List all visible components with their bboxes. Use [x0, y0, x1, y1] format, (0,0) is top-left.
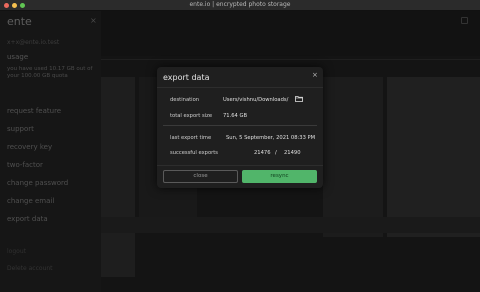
sidebar-item-recovery-key[interactable]: recovery key	[7, 143, 68, 161]
usage-text: you have used 10.17 GB out of your 100.0…	[7, 66, 93, 79]
sidebar-item-request-feature[interactable]: request feature	[7, 107, 68, 125]
section-divider	[163, 125, 317, 126]
sidebar-item-support[interactable]: support	[7, 125, 68, 143]
dialog-header-divider	[157, 87, 323, 88]
sidebar-item-delete-account[interactable]: Delete account	[7, 265, 53, 272]
destination-label: destination	[170, 97, 200, 103]
upload-icon[interactable]	[461, 17, 468, 24]
sidebar-item-change-password[interactable]: change password	[7, 179, 68, 197]
window-titlebar: ente.io | encrypted photo storage	[0, 0, 480, 11]
brand-logo: ente	[7, 15, 32, 28]
destination-value: Users/vishnu/Downloads/	[223, 97, 289, 103]
resync-button[interactable]: resync	[242, 170, 317, 183]
sidebar-item-two-factor[interactable]: two-factor	[7, 161, 68, 179]
sidebar-close-icon[interactable]: ×	[90, 16, 97, 25]
sidebar-menu: request feature support recovery key two…	[7, 107, 68, 233]
dialog-title: export data	[163, 73, 210, 82]
close-icon[interactable]: ×	[312, 71, 318, 79]
successful-exports-separator: /	[275, 150, 277, 156]
photo-strip[interactable]	[101, 217, 480, 233]
photo-thumbnail[interactable]	[387, 77, 480, 237]
dialog-footer-divider	[157, 165, 323, 166]
window-title: ente.io | encrypted photo storage	[189, 1, 291, 8]
usage-heading: usage	[7, 53, 29, 61]
successful-exports-label: successful exports	[170, 150, 219, 156]
sidebar-item-logout[interactable]: logout	[7, 248, 26, 255]
sidebar-item-change-email[interactable]: change email	[7, 197, 68, 215]
last-export-time-value: Sun, 5 September, 2021 08:33 PM	[226, 135, 316, 141]
close-button[interactable]: close	[163, 170, 238, 183]
photo-thumbnail[interactable]	[323, 77, 383, 237]
last-export-time-label: last export time	[170, 135, 212, 141]
folder-icon[interactable]	[295, 96, 303, 102]
sidebar: ente × x+x@ente.io.test usage you have u…	[0, 11, 101, 292]
export-size-value: 71.64 GB	[223, 113, 248, 119]
sidebar-item-export-data[interactable]: export data	[7, 215, 68, 233]
export-size-label: total export size	[170, 113, 213, 119]
export-data-dialog: export data × destination Users/vishnu/D…	[157, 67, 323, 188]
successful-exports-total: 21490	[284, 150, 301, 156]
top-bar	[101, 11, 480, 56]
user-email: x+x@ente.io.test	[7, 39, 60, 46]
photo-thumbnail[interactable]	[101, 77, 135, 277]
successful-exports-count: 21476	[254, 150, 271, 156]
